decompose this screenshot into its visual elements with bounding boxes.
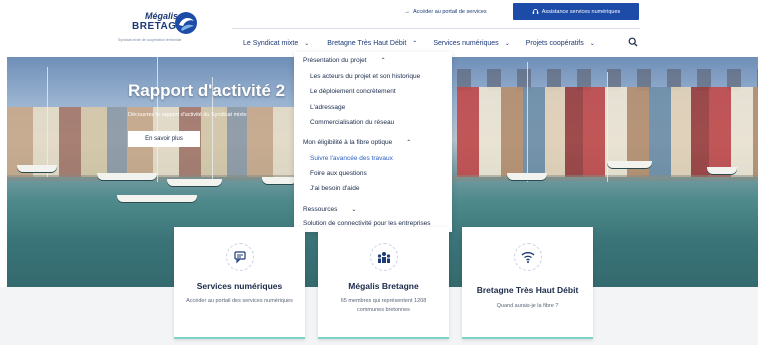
- card-services-numeriques[interactable]: Services numériques Accéder au portail d…: [174, 227, 305, 339]
- card-text: 65 membres qui représentent 1208 commune…: [340, 298, 427, 313]
- card-text: Accéder au portail des services numériqu…: [186, 298, 293, 304]
- card-title: Bretagne Très Haut Débit: [476, 285, 579, 295]
- boat-mast: [527, 62, 528, 182]
- card-bretagne-thd[interactable]: Bretagne Très Haut Débit Quand aurais-je…: [462, 227, 593, 339]
- header-divider: [232, 28, 640, 29]
- card-icon-circle: [513, 243, 542, 271]
- chevron-down-icon: ⌄: [504, 40, 510, 47]
- dropdown-section-ressources[interactable]: Ressources ⌄: [303, 206, 356, 213]
- nav-item-label: Bretagne Très Haut Débit: [327, 39, 407, 47]
- nav-item-services[interactable]: Services numériques ⌄: [433, 40, 509, 47]
- boat-mast: [47, 67, 48, 177]
- dropdown-section-label: Mon éligibilité à la fibre optique: [303, 139, 393, 146]
- card-text: Quand aurais-je la fibre ?: [496, 303, 559, 309]
- hero-subtitle: Découvrez le rapport d'activité du Syndi…: [128, 112, 247, 118]
- logo-tagline: Syndicat mixte de coopération territoria…: [118, 38, 182, 42]
- dropdown-item[interactable]: Le déploiement concrètement: [310, 88, 396, 95]
- search-icon[interactable]: [628, 37, 638, 47]
- portal-link[interactable]: → Accéder au portail de services: [404, 9, 487, 15]
- headset-icon: [532, 8, 539, 14]
- chevron-down-icon: ⌄: [304, 40, 310, 47]
- logo-swirl-icon: [175, 12, 197, 34]
- bthd-dropdown-menu: Présentation du projet ⌃ Les acteurs du …: [294, 52, 452, 232]
- dropdown-item[interactable]: Les acteurs du projet et son historique: [310, 73, 420, 80]
- wifi-icon: [521, 252, 534, 263]
- dropdown-section-label: Ressources: [303, 206, 338, 213]
- card-megalis-bretagne[interactable]: Mégalis Bretagne 65 membres qui représen…: [318, 227, 449, 339]
- arrow-right-icon: →: [404, 9, 410, 15]
- nav-item-syndicat[interactable]: Le Syndicat mixte ⌄: [243, 40, 309, 47]
- nav-item-projets[interactable]: Projets coopératifs ⌄: [526, 40, 595, 47]
- nav-item-label: Projets coopératifs: [525, 39, 584, 47]
- nav-item-label: Services numériques: [433, 39, 499, 47]
- people-icon: [377, 252, 390, 263]
- chevron-up-icon: ⌃: [406, 140, 412, 146]
- boat: [17, 165, 57, 172]
- hero-cta-button[interactable]: En savoir plus: [128, 131, 200, 147]
- chevron-down-icon: ⌄: [351, 207, 357, 213]
- boat: [117, 195, 197, 202]
- boat: [262, 177, 297, 184]
- chevron-up-icon: ⌃: [412, 40, 418, 47]
- boat: [707, 167, 737, 174]
- assistance-button-label: Assistance services numériques: [541, 8, 621, 15]
- dropdown-item[interactable]: L'adressage: [310, 104, 345, 111]
- boat: [167, 179, 222, 186]
- megalis-logo[interactable]: Mégalis BRETAGNE Syndicat mixte de coopé…: [118, 8, 208, 48]
- dropdown-section-eligibilite[interactable]: Mon éligibilité à la fibre optique ⌃: [303, 139, 411, 146]
- card-icon-circle: [369, 243, 398, 271]
- boat: [97, 173, 157, 180]
- hero-title: Rapport d'activité 2: [128, 81, 286, 100]
- portal-link-label: Accéder au portail de services: [413, 9, 487, 15]
- chevron-down-icon: ⌄: [589, 40, 595, 47]
- card-icon-circle: [225, 243, 254, 271]
- dropdown-item-connectivite[interactable]: Solution de connectivité pour les entrep…: [303, 220, 431, 227]
- boat-mast: [157, 57, 158, 182]
- chevron-up-icon: ⌃: [380, 58, 386, 64]
- site-header: Mégalis BRETAGNE Syndicat mixte de coopé…: [0, 0, 758, 57]
- boat: [607, 161, 652, 168]
- assistance-button[interactable]: Assistance services numériques: [513, 3, 639, 20]
- card-title: Services numériques: [196, 281, 283, 291]
- card-title: Mégalis Bretagne: [348, 281, 419, 291]
- dropdown-item[interactable]: Foire aux questions: [310, 170, 367, 177]
- main-nav: Le Syndicat mixte ⌄ Bretagne Très Haut D…: [243, 37, 595, 49]
- dropdown-section-presentation[interactable]: Présentation du projet ⌃: [303, 57, 386, 64]
- dropdown-item-active[interactable]: Suivre l'avancée des travaux: [310, 155, 393, 162]
- dropdown-item[interactable]: J'ai besoin d'aide: [310, 185, 359, 192]
- chat-icon: [233, 251, 246, 264]
- boat: [507, 173, 547, 180]
- nav-item-label: Le Syndicat mixte: [243, 39, 299, 47]
- dropdown-section-label: Présentation du projet: [303, 57, 367, 64]
- dropdown-item[interactable]: Commercialisation du réseau: [310, 119, 394, 126]
- nav-item-bthd[interactable]: Bretagne Très Haut Débit ⌃: [327, 40, 417, 47]
